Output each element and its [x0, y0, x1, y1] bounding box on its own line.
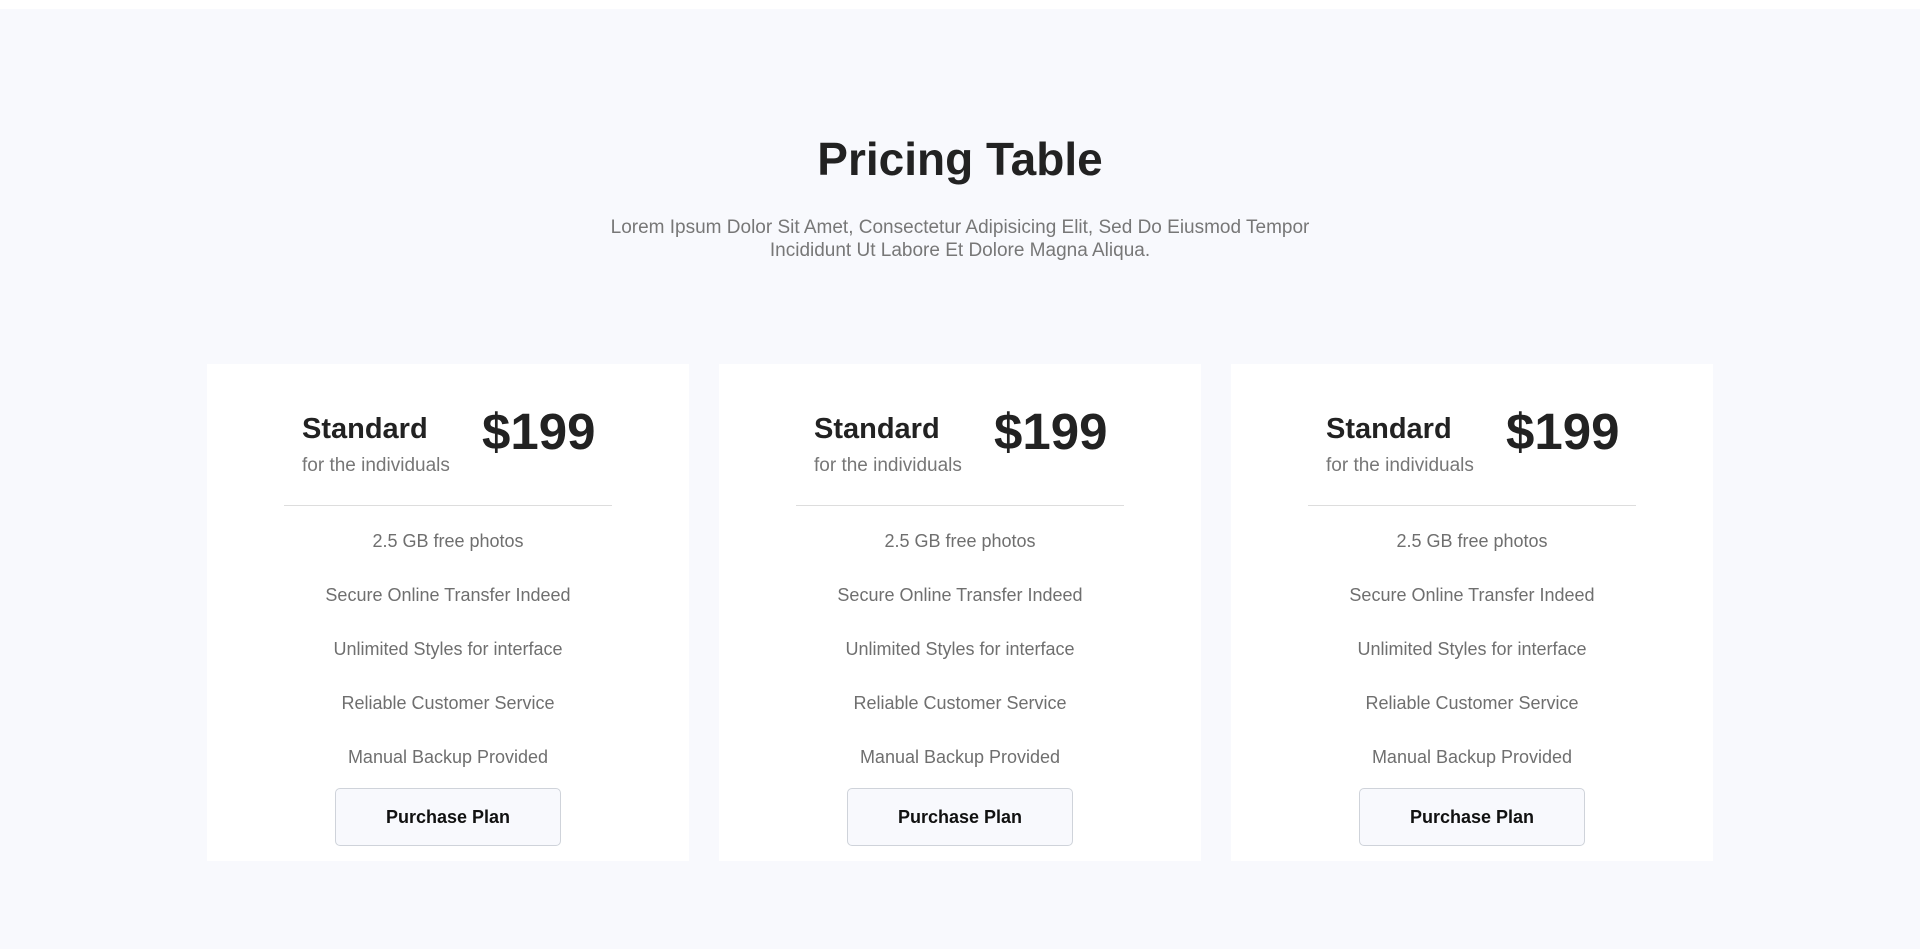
feature-list: 2.5 GB free photos Secure Online Transfe…: [207, 530, 689, 800]
feature-item: Unlimited Styles for interface: [1357, 639, 1587, 659]
feature-item: Secure Online Transfer Indeed: [325, 585, 571, 605]
plan-description: for the individuals: [302, 455, 450, 476]
plan-description: for the individuals: [814, 455, 962, 476]
feature-item: 2.5 GB free photos: [884, 531, 1036, 551]
pricing-section: Pricing Table Lorem Ipsum Dolor Sit Amet…: [0, 9, 1920, 949]
purchase-plan-button[interactable]: Purchase Plan: [1359, 788, 1585, 846]
feature-item: Unlimited Styles for interface: [845, 639, 1075, 659]
page-subtitle: Lorem Ipsum Dolor Sit Amet, Consectetur …: [610, 217, 1310, 261]
purchase-plan-button[interactable]: Purchase Plan: [335, 788, 561, 846]
feature-item: Secure Online Transfer Indeed: [1349, 585, 1595, 605]
plan-description: for the individuals: [1326, 455, 1474, 476]
top-strip: [0, 0, 1920, 9]
feature-item: 2.5 GB free photos: [1396, 531, 1548, 551]
plan-price: $199: [482, 403, 596, 460]
feature-list: 2.5 GB free photos Secure Online Transfe…: [1231, 530, 1713, 800]
plan-price: $199: [994, 403, 1108, 460]
purchase-plan-button[interactable]: Purchase Plan: [847, 788, 1073, 846]
feature-item: Reliable Customer Service: [341, 693, 555, 713]
plan-name: Standard: [302, 413, 428, 445]
plan-name: Standard: [814, 413, 940, 445]
card-divider: [1308, 505, 1636, 506]
feature-item: Reliable Customer Service: [853, 693, 1067, 713]
feature-item: Unlimited Styles for interface: [333, 639, 563, 659]
feature-item: Secure Online Transfer Indeed: [837, 585, 1083, 605]
feature-item: Reliable Customer Service: [1365, 693, 1579, 713]
card-divider: [284, 505, 612, 506]
pricing-card: Standard for the individuals $199 2.5 GB…: [719, 364, 1201, 861]
plan-name: Standard: [1326, 413, 1452, 445]
plan-price: $199: [1506, 403, 1620, 460]
feature-item: 2.5 GB free photos: [372, 531, 524, 551]
page: Pricing Table Lorem Ipsum Dolor Sit Amet…: [0, 0, 1920, 951]
page-title: Pricing Table: [817, 133, 1103, 185]
pricing-card: Standard for the individuals $199 2.5 GB…: [1231, 364, 1713, 861]
card-divider: [796, 505, 1124, 506]
feature-list: 2.5 GB free photos Secure Online Transfe…: [719, 530, 1201, 800]
pricing-card: Standard for the individuals $199 2.5 GB…: [207, 364, 689, 861]
